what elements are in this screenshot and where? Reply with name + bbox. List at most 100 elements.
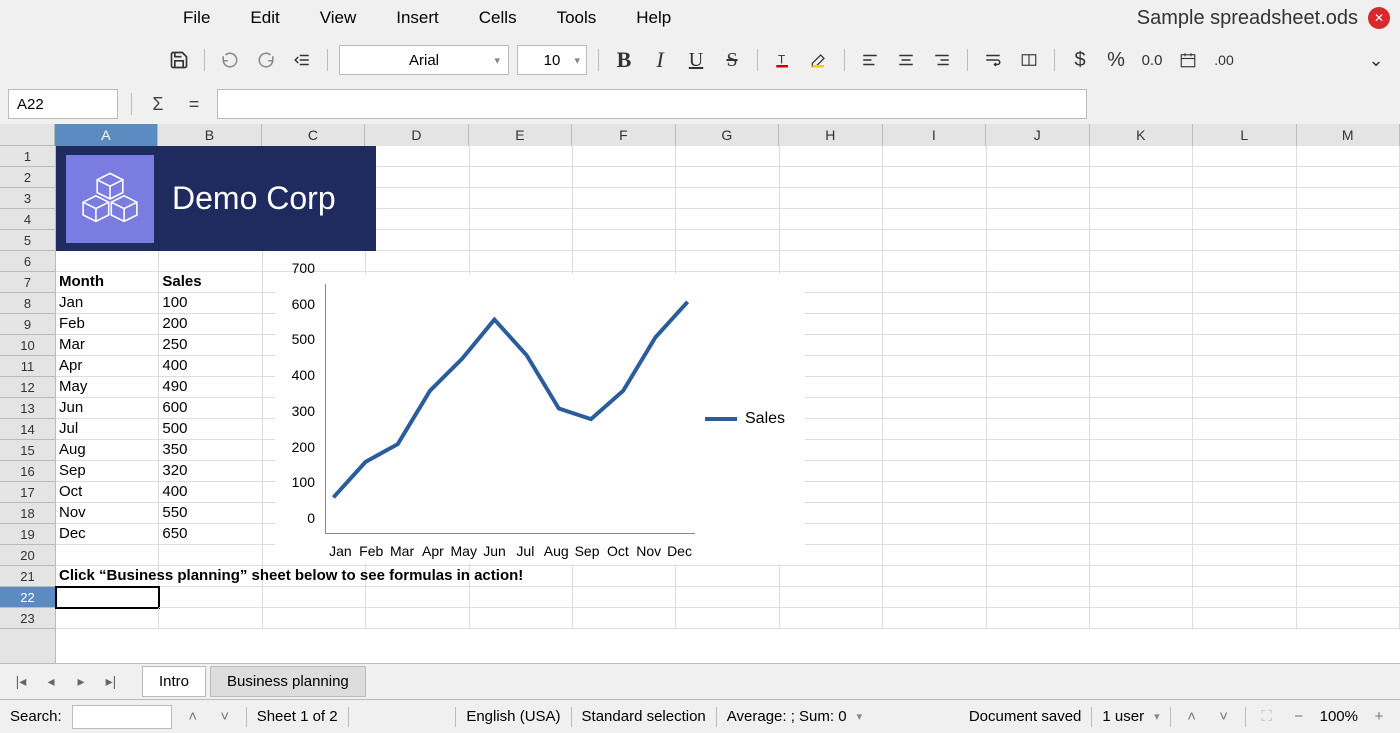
cell-J7[interactable] bbox=[987, 272, 1090, 293]
save-icon[interactable] bbox=[165, 46, 193, 74]
cell-F4[interactable] bbox=[573, 209, 676, 230]
user-count[interactable]: 1 user bbox=[1102, 708, 1144, 725]
cell-B19[interactable]: 650 bbox=[159, 524, 262, 545]
search-input[interactable] bbox=[72, 705, 172, 729]
cell-J6[interactable] bbox=[987, 251, 1090, 272]
cell-J20[interactable] bbox=[987, 545, 1090, 566]
cell-L13[interactable] bbox=[1193, 398, 1296, 419]
align-right-icon[interactable] bbox=[928, 46, 956, 74]
first-sheet-icon[interactable]: |◂ bbox=[8, 669, 34, 695]
cell-L12[interactable] bbox=[1193, 377, 1296, 398]
cell-I4[interactable] bbox=[883, 209, 986, 230]
cell-D3[interactable] bbox=[366, 188, 469, 209]
language-indicator[interactable]: English (USA) bbox=[466, 708, 560, 725]
menu-edit[interactable]: Edit bbox=[232, 2, 297, 34]
cell-L17[interactable] bbox=[1193, 482, 1296, 503]
undo-icon[interactable] bbox=[216, 46, 244, 74]
cell-A10[interactable]: Mar bbox=[56, 335, 159, 356]
cell-L20[interactable] bbox=[1193, 545, 1296, 566]
cell-B8[interactable]: 100 bbox=[159, 293, 262, 314]
row-header-3[interactable]: 3 bbox=[0, 188, 55, 209]
cell-K18[interactable] bbox=[1090, 503, 1193, 524]
cell-M18[interactable] bbox=[1297, 503, 1400, 524]
cell-H1[interactable] bbox=[780, 146, 883, 167]
cell-A20[interactable] bbox=[56, 545, 159, 566]
cell-E2[interactable] bbox=[470, 167, 573, 188]
align-left-icon[interactable] bbox=[856, 46, 884, 74]
row-header-23[interactable]: 23 bbox=[0, 608, 55, 629]
cell-K10[interactable] bbox=[1090, 335, 1193, 356]
cell-C23[interactable] bbox=[263, 608, 366, 629]
currency-button[interactable]: $ bbox=[1066, 46, 1094, 74]
cell-B13[interactable]: 600 bbox=[159, 398, 262, 419]
row-header-18[interactable]: 18 bbox=[0, 503, 55, 524]
column-header-d[interactable]: D bbox=[365, 124, 468, 146]
cell-K6[interactable] bbox=[1090, 251, 1193, 272]
cell-L22[interactable] bbox=[1193, 587, 1296, 608]
cell-L21[interactable] bbox=[1193, 566, 1296, 587]
cell-B9[interactable]: 200 bbox=[159, 314, 262, 335]
cell-M19[interactable] bbox=[1297, 524, 1400, 545]
cell-M9[interactable] bbox=[1297, 314, 1400, 335]
row-header-12[interactable]: 12 bbox=[0, 377, 55, 398]
menu-file[interactable]: File bbox=[165, 2, 228, 34]
column-header-h[interactable]: H bbox=[779, 124, 882, 146]
selection-mode[interactable]: Standard selection bbox=[582, 708, 706, 725]
cell-M14[interactable] bbox=[1297, 419, 1400, 440]
column-header-i[interactable]: I bbox=[883, 124, 986, 146]
cell-J22[interactable] bbox=[987, 587, 1090, 608]
sigma-icon[interactable]: Σ bbox=[145, 91, 171, 117]
cell-L8[interactable] bbox=[1193, 293, 1296, 314]
row-header-20[interactable]: 20 bbox=[0, 545, 55, 566]
date-format-icon[interactable] bbox=[1174, 46, 1202, 74]
cell-M12[interactable] bbox=[1297, 377, 1400, 398]
cell-A22[interactable] bbox=[56, 587, 159, 608]
cell-L1[interactable] bbox=[1193, 146, 1296, 167]
row-header-15[interactable]: 15 bbox=[0, 440, 55, 461]
cell-M11[interactable] bbox=[1297, 356, 1400, 377]
column-header-b[interactable]: B bbox=[158, 124, 261, 146]
cell-E6[interactable] bbox=[470, 251, 573, 272]
cell-B11[interactable]: 400 bbox=[159, 356, 262, 377]
cell-B22[interactable] bbox=[159, 587, 262, 608]
equals-icon[interactable]: = bbox=[181, 91, 207, 117]
redo-icon[interactable] bbox=[252, 46, 280, 74]
cell-I17[interactable] bbox=[883, 482, 986, 503]
cell-J2[interactable] bbox=[987, 167, 1090, 188]
cell-reference-input[interactable]: A22 bbox=[8, 89, 118, 119]
cell-M23[interactable] bbox=[1297, 608, 1400, 629]
cell-K5[interactable] bbox=[1090, 230, 1193, 251]
cell-M15[interactable] bbox=[1297, 440, 1400, 461]
cell-B15[interactable]: 350 bbox=[159, 440, 262, 461]
cell-A14[interactable]: Jul bbox=[56, 419, 159, 440]
align-center-icon[interactable] bbox=[892, 46, 920, 74]
cell-H3[interactable] bbox=[780, 188, 883, 209]
cell-I21[interactable] bbox=[883, 566, 986, 587]
cell-A16[interactable]: Sep bbox=[56, 461, 159, 482]
cell-G6[interactable] bbox=[676, 251, 779, 272]
zoom-level[interactable]: 100% bbox=[1320, 708, 1358, 725]
menu-cells[interactable]: Cells bbox=[461, 2, 535, 34]
cell-M16[interactable] bbox=[1297, 461, 1400, 482]
cell-K9[interactable] bbox=[1090, 314, 1193, 335]
font-name-select[interactable]: Arial bbox=[339, 45, 509, 75]
cell-L5[interactable] bbox=[1193, 230, 1296, 251]
cell-L16[interactable] bbox=[1193, 461, 1296, 482]
column-header-a[interactable]: A bbox=[55, 124, 158, 146]
sheet-tab-business-planning[interactable]: Business planning bbox=[210, 666, 366, 697]
cell-F2[interactable] bbox=[573, 167, 676, 188]
cell-G2[interactable] bbox=[676, 167, 779, 188]
cell-I20[interactable] bbox=[883, 545, 986, 566]
cell-J15[interactable] bbox=[987, 440, 1090, 461]
cell-I11[interactable] bbox=[883, 356, 986, 377]
cell-J14[interactable] bbox=[987, 419, 1090, 440]
sheet-tab-intro[interactable]: Intro bbox=[142, 666, 206, 697]
cell-A18[interactable]: Nov bbox=[56, 503, 159, 524]
cell-B18[interactable]: 550 bbox=[159, 503, 262, 524]
cell-I9[interactable] bbox=[883, 314, 986, 335]
cell-M10[interactable] bbox=[1297, 335, 1400, 356]
cell-J3[interactable] bbox=[987, 188, 1090, 209]
row-header-1[interactable]: 1 bbox=[0, 146, 55, 167]
search-prev-icon[interactable]: ˄ bbox=[182, 706, 204, 728]
number-format-button[interactable]: 0.0 bbox=[1138, 46, 1166, 74]
